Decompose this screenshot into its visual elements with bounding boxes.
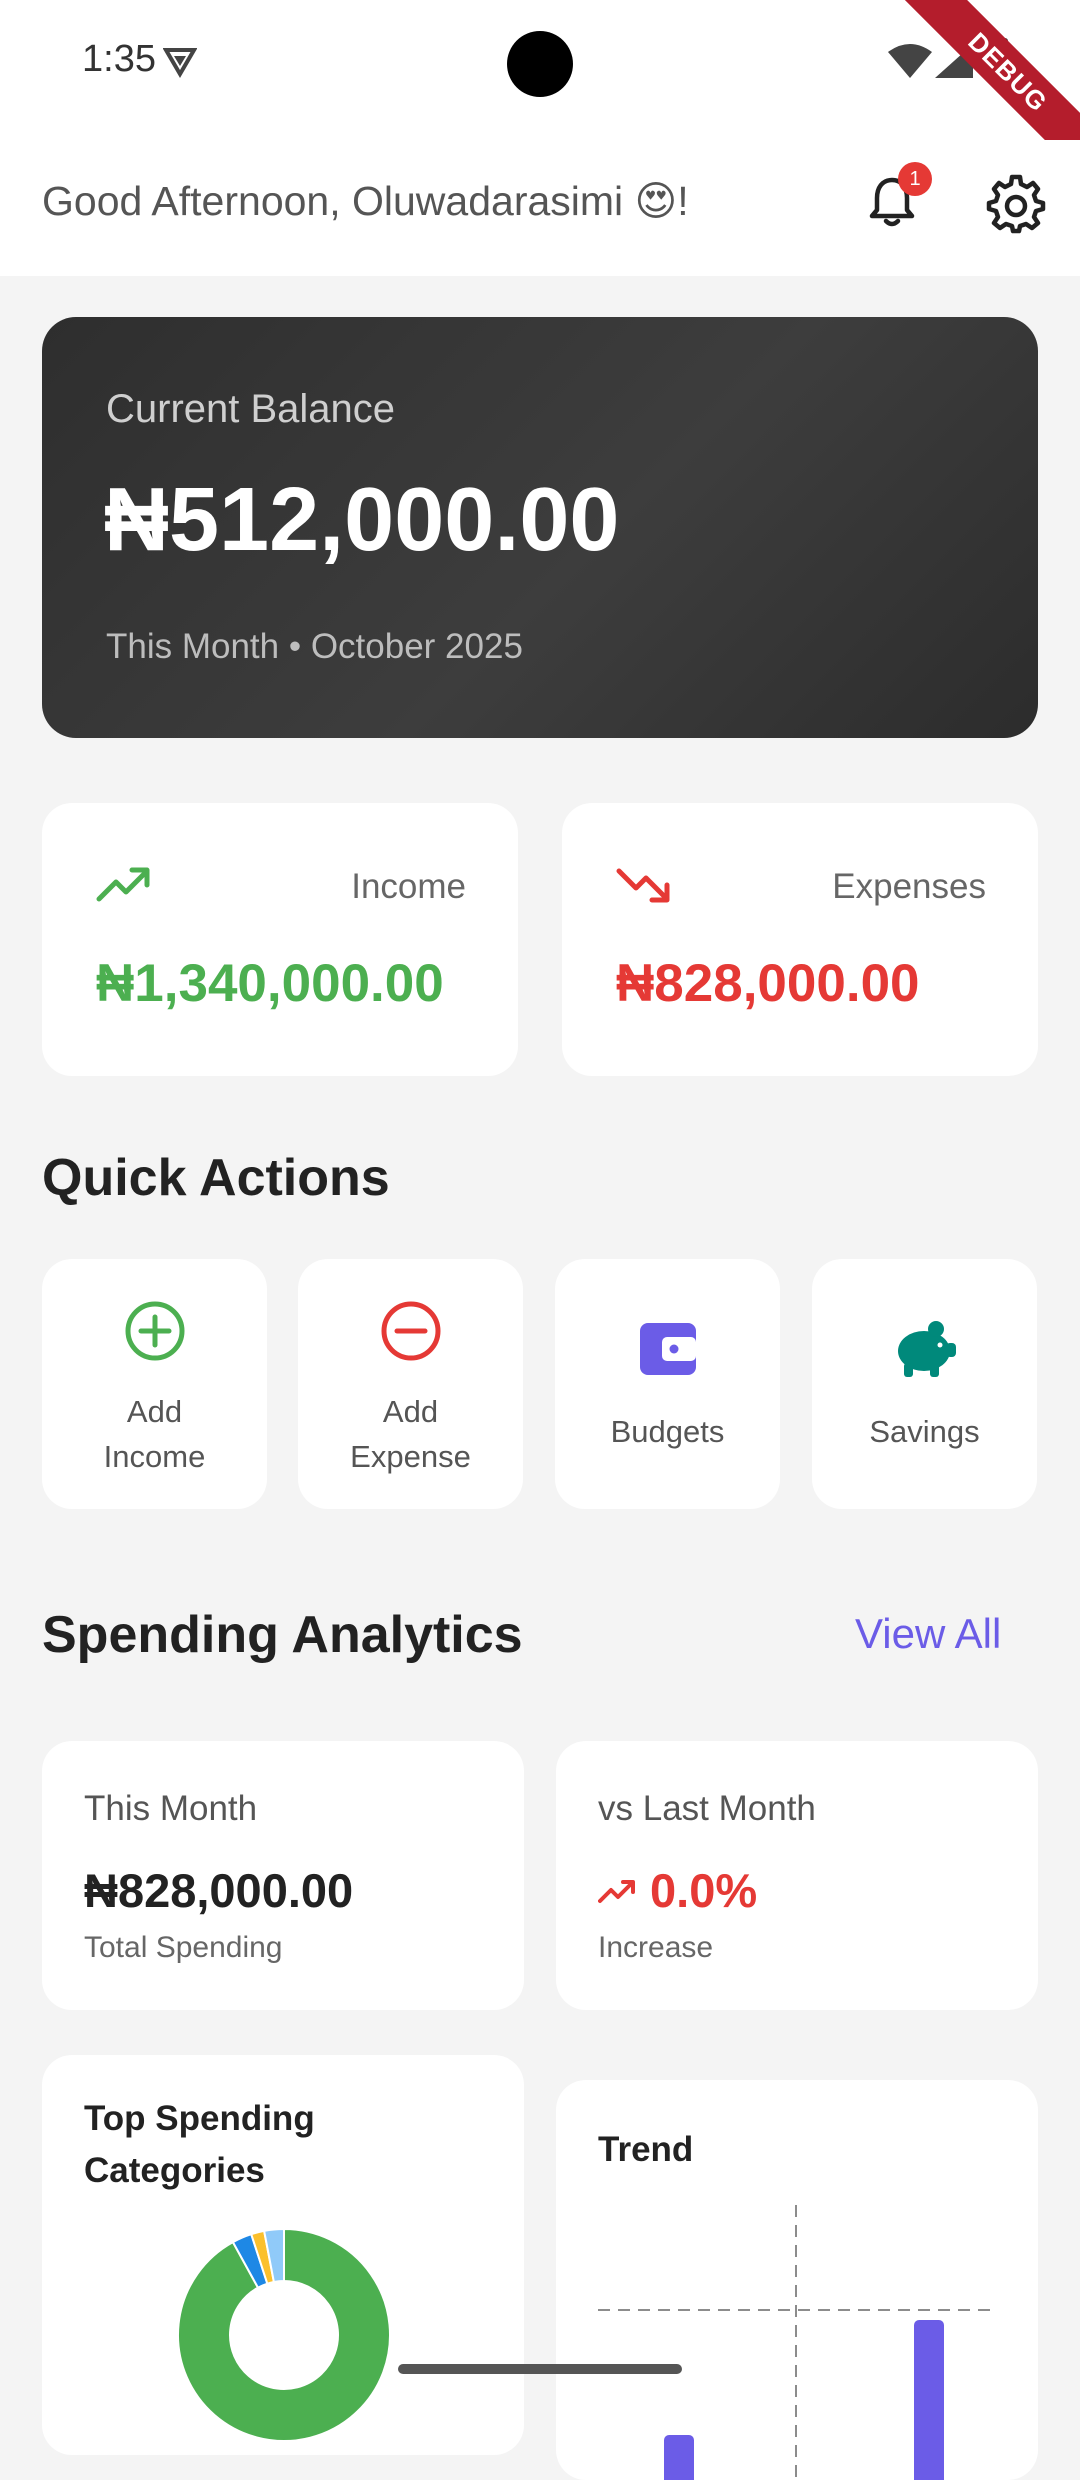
camera-cutout bbox=[507, 31, 573, 97]
trending-up-icon bbox=[96, 865, 152, 910]
add-expense-button[interactable]: Add Expense bbox=[298, 1259, 523, 1509]
balance-label: Current Balance bbox=[106, 387, 396, 431]
trend-bar-1 bbox=[914, 2320, 944, 2480]
this-month-sub: Total Spending bbox=[84, 1931, 283, 1964]
trend-bar-chart bbox=[598, 2205, 996, 2480]
quick-actions-title: Quick Actions bbox=[42, 1149, 390, 1207]
balance-period: This Month • October 2025 bbox=[106, 627, 523, 666]
vpn-icon bbox=[162, 44, 198, 83]
this-month-heading: This Month bbox=[84, 1789, 258, 1828]
top-categories-card: Top Spending Categories bbox=[42, 2055, 524, 2455]
status-bar: 1:35 DEBUG bbox=[0, 0, 1080, 194]
budgets-button[interactable]: Budgets bbox=[555, 1259, 780, 1509]
trend-bar-0 bbox=[664, 2435, 694, 2480]
vs-last-month-value: 0.0% bbox=[650, 1864, 758, 1917]
income-card[interactable]: Income ₦1,340,000.00 bbox=[42, 803, 518, 1076]
plus-circle-icon bbox=[123, 1299, 187, 1368]
view-all-link[interactable]: View All bbox=[855, 1610, 1001, 1658]
spending-analytics-title: Spending Analytics bbox=[42, 1606, 523, 1664]
add-income-button[interactable]: Add Income bbox=[42, 1259, 267, 1509]
expenses-amount: ₦828,000.00 bbox=[616, 954, 920, 1013]
balance-amount: ₦512,000.00 bbox=[104, 470, 620, 570]
income-amount: ₦1,340,000.00 bbox=[96, 954, 444, 1013]
trending-down-icon bbox=[616, 865, 672, 910]
wallet-icon bbox=[638, 1321, 698, 1382]
status-time: 1:35 bbox=[82, 38, 156, 80]
expenses-label: Expenses bbox=[832, 867, 986, 906]
minus-circle-icon bbox=[379, 1299, 443, 1368]
add-expense-label-line1: Add bbox=[382, 1394, 439, 1429]
income-label: Income bbox=[351, 867, 466, 906]
piggy-bank-icon bbox=[892, 1319, 958, 1384]
vs-last-month-sub: Increase bbox=[598, 1931, 714, 1964]
vs-last-month-heading: vs Last Month bbox=[598, 1789, 816, 1828]
add-income-label-line2: Income bbox=[103, 1439, 206, 1474]
balance-card: Current Balance ₦512,000.00 This Month •… bbox=[42, 317, 1038, 738]
this-month-value: ₦828,000.00 bbox=[84, 1864, 354, 1917]
wifi-icon bbox=[888, 44, 932, 83]
greeting-text: Good Afternoon, Oluwadarasimi 😍! bbox=[42, 178, 689, 224]
trend-card: Trend bbox=[556, 2080, 1038, 2480]
notification-badge: 1 bbox=[898, 162, 932, 196]
expenses-card[interactable]: Expenses ₦828,000.00 bbox=[562, 803, 1038, 1076]
category-donut-chart bbox=[177, 2227, 391, 2442]
savings-label: Savings bbox=[869, 1414, 980, 1449]
trending-up-icon bbox=[598, 1877, 636, 1910]
add-expense-label-line2: Expense bbox=[350, 1439, 471, 1474]
home-indicator[interactable] bbox=[398, 2364, 682, 2374]
gear-icon[interactable] bbox=[986, 174, 1046, 234]
add-income-label-line1: Add bbox=[126, 1394, 183, 1429]
savings-button[interactable]: Savings bbox=[812, 1259, 1037, 1509]
this-month-card: This Month ₦828,000.00 Total Spending bbox=[42, 1741, 524, 2010]
vs-last-month-card: vs Last Month 0.0% Increase bbox=[556, 1741, 1038, 2010]
budgets-label: Budgets bbox=[610, 1414, 725, 1449]
app-header: Good Afternoon, Oluwadarasimi 😍! 1 bbox=[0, 140, 1080, 276]
